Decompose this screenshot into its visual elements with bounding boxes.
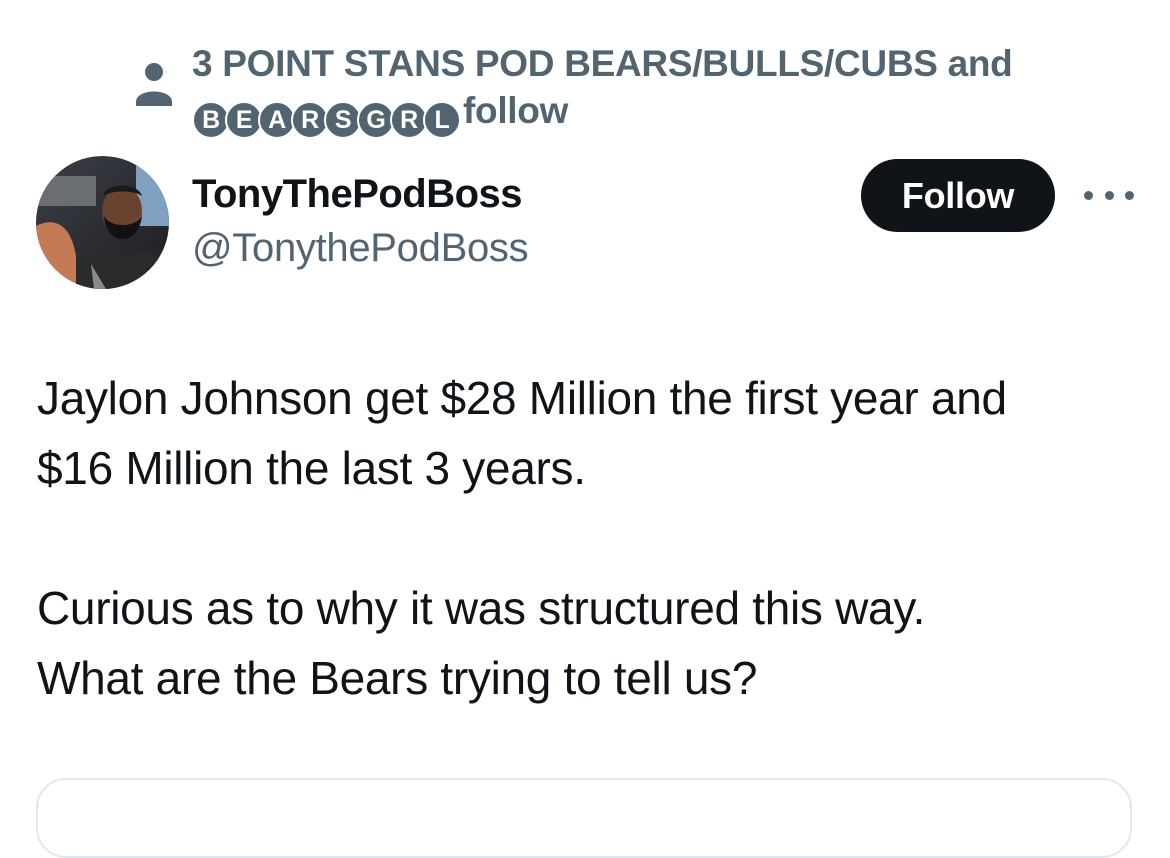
avatar[interactable] [36, 156, 169, 289]
display-name[interactable]: TonyThePodBoss [192, 172, 523, 217]
user-handle[interactable]: @TonythePodBoss [192, 226, 529, 271]
more-dot [1125, 190, 1134, 200]
social-context-suffix: follow [463, 90, 569, 131]
circled-letters: B E A R S G R L [192, 101, 461, 139]
tweet-line: Jaylon Johnson get $28 Million the first… [37, 372, 1007, 424]
person-icon [134, 60, 174, 120]
more-dot [1104, 190, 1114, 200]
more-icon[interactable] [1084, 182, 1134, 208]
social-context-line2: B E A R S G R L follow [192, 87, 1013, 139]
social-context-line1: 3 POINT STANS POD BEARS/BULLS/CUBS and [192, 43, 1013, 84]
tweet-line: What are the Bears trying to tell us? [37, 652, 758, 704]
tweet-line: Curious as to why it was structured this… [37, 582, 926, 634]
more-dot [1084, 190, 1093, 200]
social-context-text: 3 POINT STANS POD BEARS/BULLS/CUBS and B… [192, 40, 1013, 139]
follow-button[interactable]: Follow [861, 159, 1055, 232]
tweet-text: Jaylon Johnson get $28 Million the first… [37, 363, 1147, 713]
social-context[interactable]: 3 POINT STANS POD BEARS/BULLS/CUBS and B… [134, 40, 1094, 139]
circled-letter: L [423, 101, 461, 139]
embedded-card[interactable] [36, 778, 1132, 858]
tweet-line: $16 Million the last 3 years. [37, 442, 586, 494]
